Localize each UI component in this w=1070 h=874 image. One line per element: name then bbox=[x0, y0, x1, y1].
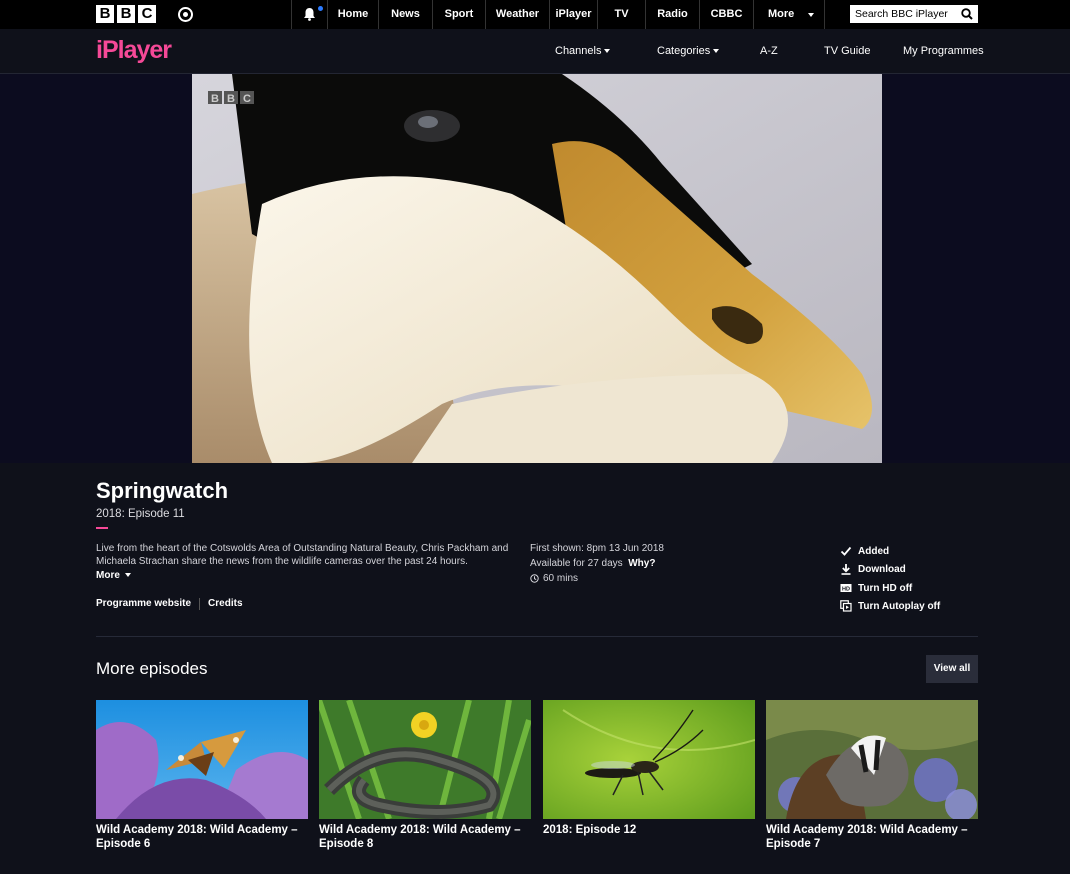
download-button[interactable]: Download bbox=[840, 563, 906, 575]
more-description-button[interactable]: More bbox=[96, 570, 131, 581]
nav-channels[interactable]: Channels bbox=[555, 45, 611, 57]
programme-links: Programme website Credits bbox=[96, 598, 243, 610]
search-input[interactable]: Search BBC iPlayer bbox=[850, 5, 978, 23]
nav-channels-label: Channels bbox=[555, 45, 602, 57]
nav-tv[interactable]: TV bbox=[597, 0, 645, 29]
episode-card[interactable]: 2018: Episode 12 bbox=[543, 700, 755, 837]
player-stage: B B C bbox=[0, 74, 1070, 463]
accent-underline bbox=[96, 527, 108, 529]
programme-website-link[interactable]: Programme website bbox=[96, 598, 191, 610]
hd-toggle-label: Turn HD off bbox=[858, 582, 913, 594]
duration-text: 60 mins bbox=[543, 573, 579, 584]
search-placeholder: Search BBC iPlayer bbox=[855, 8, 948, 20]
account-icon[interactable] bbox=[178, 7, 193, 22]
svg-text:B: B bbox=[227, 93, 235, 105]
episode-subtitle: 2018: Episode 11 bbox=[96, 508, 185, 520]
more-episodes-heading: More episodes bbox=[96, 659, 208, 678]
availability-text: Available for 27 days bbox=[530, 558, 623, 569]
chevron-down-icon bbox=[124, 573, 131, 578]
section-divider bbox=[96, 636, 978, 637]
autoplay-toggle-label: Turn Autoplay off bbox=[858, 600, 941, 612]
nav-news[interactable]: News bbox=[378, 0, 432, 29]
nav-cbbc[interactable]: CBBC bbox=[699, 0, 753, 29]
nav-iplayer[interactable]: iPlayer bbox=[549, 0, 597, 29]
nav-tv-guide[interactable]: TV Guide bbox=[824, 45, 870, 57]
svg-text:HD: HD bbox=[842, 587, 850, 593]
more-label: More bbox=[96, 570, 120, 581]
view-all-button[interactable]: View all bbox=[926, 655, 978, 683]
why-link[interactable]: Why? bbox=[628, 558, 655, 569]
hd-toggle-button[interactable]: HD Turn HD off bbox=[840, 582, 912, 594]
episode-title[interactable]: 2018: Episode 12 bbox=[543, 823, 755, 837]
iplayer-nav-bar: iPlayer Channels Categories A-Z TV Guide… bbox=[0, 29, 1070, 74]
episode-thumbnail-butterfly[interactable] bbox=[96, 700, 308, 819]
bbc-global-bar: B B C Home News Sport Weather iPlayer TV… bbox=[0, 0, 1070, 29]
link-separator bbox=[199, 598, 201, 610]
episode-card[interactable]: Wild Academy 2018: Wild Academy – Episod… bbox=[319, 700, 531, 851]
nav-home[interactable]: Home bbox=[327, 0, 378, 29]
bbc-logo-letter: B bbox=[117, 5, 135, 23]
added-button[interactable]: Added bbox=[840, 545, 889, 557]
clock-icon bbox=[530, 574, 539, 583]
episode-title[interactable]: Wild Academy 2018: Wild Academy – Episod… bbox=[766, 823, 978, 851]
search-icon[interactable] bbox=[961, 8, 973, 20]
notification-dot bbox=[318, 6, 323, 11]
episode-card[interactable]: Wild Academy 2018: Wild Academy – Episod… bbox=[96, 700, 308, 851]
episode-description: Live from the heart of the Cotswolds Are… bbox=[96, 543, 509, 567]
episode-thumbnail-snake[interactable] bbox=[319, 700, 531, 819]
nav-more-label: More bbox=[768, 8, 795, 20]
notifications-bell-icon[interactable] bbox=[291, 0, 327, 29]
autoplay-icon bbox=[840, 600, 852, 612]
nav-a-z[interactable]: A-Z bbox=[760, 45, 778, 57]
chevron-down-icon bbox=[808, 13, 814, 17]
duration: 60 mins bbox=[530, 573, 578, 584]
global-nav: Home News Sport Weather iPlayer TV Radio… bbox=[291, 0, 825, 29]
episode-thumbnail-insect[interactable] bbox=[543, 700, 755, 819]
bbc-logo[interactable]: B B C bbox=[96, 5, 156, 23]
episode-title[interactable]: Wild Academy 2018: Wild Academy – Episod… bbox=[96, 823, 308, 851]
bbc-logo-letter: B bbox=[96, 5, 114, 23]
programme-title: Springwatch bbox=[96, 478, 229, 503]
credits-link[interactable]: Credits bbox=[208, 598, 242, 610]
availability: Available for 27 days Why? bbox=[530, 558, 655, 569]
autoplay-toggle-button[interactable]: Turn Autoplay off bbox=[840, 600, 940, 612]
nav-my-programmes[interactable]: My Programmes bbox=[903, 45, 984, 57]
iplayer-logo[interactable]: iPlayer bbox=[96, 36, 172, 65]
nav-sport[interactable]: Sport bbox=[432, 0, 485, 29]
first-shown: First shown: 8pm 13 Jun 2018 bbox=[530, 543, 664, 554]
hd-icon: HD bbox=[840, 584, 852, 593]
episode-card[interactable]: Wild Academy 2018: Wild Academy – Episod… bbox=[766, 700, 978, 851]
download-label: Download bbox=[858, 563, 906, 575]
nav-categories-label: Categories bbox=[657, 45, 711, 57]
video-frame-eider-duck: B B C bbox=[192, 74, 882, 463]
nav-weather[interactable]: Weather bbox=[485, 0, 549, 29]
episode-thumbnail-badger[interactable] bbox=[766, 700, 978, 819]
chevron-down-icon bbox=[713, 49, 720, 54]
bbc-logo-letter: C bbox=[138, 5, 156, 23]
added-label: Added bbox=[858, 545, 890, 557]
chevron-down-icon bbox=[604, 49, 611, 54]
check-icon bbox=[840, 546, 852, 556]
download-icon bbox=[841, 564, 851, 575]
svg-text:B: B bbox=[211, 93, 219, 105]
episode-title[interactable]: Wild Academy 2018: Wild Academy – Episod… bbox=[319, 823, 531, 851]
video-player[interactable]: B B C bbox=[192, 74, 882, 463]
nav-radio[interactable]: Radio bbox=[645, 0, 699, 29]
nav-more[interactable]: More bbox=[753, 0, 825, 29]
nav-categories[interactable]: Categories bbox=[657, 45, 720, 57]
svg-text:C: C bbox=[243, 93, 251, 105]
